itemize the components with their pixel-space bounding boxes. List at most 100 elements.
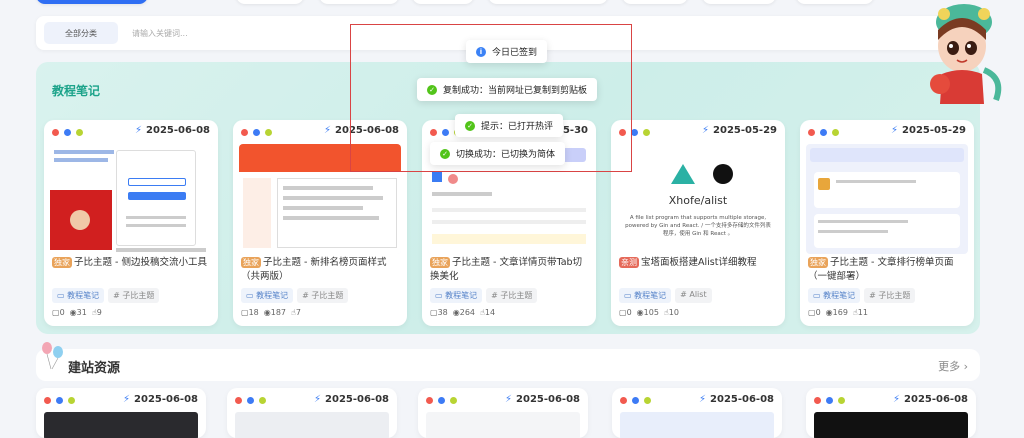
alist-logo-icon [671, 164, 695, 184]
folder-icon: ▭ [246, 291, 254, 300]
hash-icon: # [680, 290, 687, 299]
hash-icon: # [869, 291, 876, 300]
tag-category[interactable]: ▭ 教程笔记 [619, 288, 672, 303]
top-tab[interactable] [319, 0, 399, 4]
post-card[interactable]: ⚡ 2025-05-29 Xhofe/alist A file list prog… [611, 120, 785, 326]
bolt-icon: ⚡ [135, 125, 143, 136]
top-tab[interactable] [36, 0, 148, 4]
thumbnail-label: Xhofe/alist [668, 194, 728, 207]
window-dots [235, 397, 266, 404]
post-title[interactable]: 独家 子比主题 - 新排名榜页面样式（共两版） [241, 256, 401, 284]
top-tab[interactable] [236, 0, 304, 4]
tag-topic[interactable]: # 子比主题 [297, 288, 349, 303]
post-stats: ▢0 ◉105 ☝10 [619, 308, 679, 317]
top-tab[interactable] [702, 0, 776, 4]
bolt-icon: ⚡ [893, 394, 901, 405]
window-dots [52, 129, 83, 136]
resource-thumbnail[interactable] [620, 412, 774, 438]
hash-icon: # [491, 291, 498, 300]
bolt-icon: ⚡ [314, 394, 322, 405]
post-date: ⚡ 2025-05-29 [702, 125, 777, 136]
folder-icon: ▭ [435, 291, 443, 300]
resource-card[interactable]: ⚡ 2025-06-08 [418, 388, 588, 438]
folder-icon: ▭ [813, 291, 821, 300]
post-date: ⚡ 2025-06-08 [314, 394, 389, 405]
toast-notification: ✓ 复制成功：当前网址已复制到剪贴板 [417, 78, 598, 101]
tag-topic[interactable]: # 子比主题 [864, 288, 916, 303]
comment-icon: ▢ [430, 308, 438, 317]
post-card[interactable]: ⚡ 2025-05-29 独家 子比主题 - 文章排行榜单页面（一键部署） ▭ 教程… [800, 120, 974, 326]
post-date: ⚡ 2025-06-08 [505, 394, 580, 405]
bolt-icon: ⚡ [891, 125, 899, 136]
window-dots [44, 397, 75, 404]
resource-thumbnail[interactable] [814, 412, 968, 438]
tag-category[interactable]: ▭ 教程笔记 [808, 288, 861, 303]
resource-thumbnail[interactable] [426, 412, 580, 438]
category-select[interactable]: 全部分类 [44, 22, 118, 44]
post-date: ⚡ 2025-06-08 [123, 394, 198, 405]
folder-icon: ▭ [624, 291, 632, 300]
top-tab[interactable] [412, 0, 474, 4]
resources-header: 建站资源 更多 › [36, 342, 980, 381]
comment-icon: ▢ [808, 308, 816, 317]
eye-icon: ◉ [636, 308, 644, 317]
mascot-icon [713, 164, 733, 184]
top-tab[interactable] [488, 0, 608, 4]
post-title[interactable]: 亲测 宝塔面板搭建Alist详细教程 [619, 256, 779, 270]
post-title[interactable]: 独家 子比主题 - 侧边投稿交流小工具 [52, 256, 212, 270]
bolt-icon: ⚡ [699, 394, 707, 405]
resources-title: 建站资源 [68, 361, 121, 376]
toast-notification: ✓ 切换成功：已切换为简体 [430, 142, 566, 165]
top-tab[interactable] [622, 0, 688, 4]
resource-card[interactable]: ⚡ 2025-06-08 [36, 388, 206, 438]
toast-notification: ✓ 提示：已打开热评 [455, 114, 564, 137]
check-icon: ✓ [465, 120, 475, 131]
hash-icon: # [302, 291, 309, 300]
window-dots [808, 129, 839, 136]
tag-category[interactable]: ▭ 教程笔记 [430, 288, 483, 303]
resources-more-link[interactable]: 更多 › [938, 358, 968, 374]
post-date: ⚡ 2025-05-29 [891, 125, 966, 136]
bolt-icon: ⚡ [324, 125, 332, 136]
tag-topic[interactable]: # 子比主题 [108, 288, 160, 303]
post-stats: ▢38 ◉264 ☝14 [430, 308, 496, 317]
eye-icon: ◉ [263, 308, 271, 317]
comment-icon: ▢ [52, 308, 60, 317]
post-badge: 独家 [808, 257, 828, 268]
top-tab[interactable] [796, 0, 874, 4]
resource-card[interactable]: ⚡ 2025-06-08 [227, 388, 397, 438]
comment-icon: ▢ [241, 308, 249, 317]
eye-icon: ◉ [69, 308, 77, 317]
post-badge: 亲测 [619, 257, 639, 268]
bolt-icon: ⚡ [123, 394, 131, 405]
comment-icon: ▢ [619, 308, 627, 317]
hash-icon: # [113, 291, 120, 300]
post-badge: 独家 [430, 257, 450, 268]
resource-thumbnail[interactable] [235, 412, 389, 438]
post-title[interactable]: 独家 子比主题 - 文章排行榜单页面（一键部署） [808, 256, 968, 284]
bolt-icon: ⚡ [702, 125, 710, 136]
tag-topic[interactable]: # 子比主题 [486, 288, 538, 303]
post-date: ⚡ 2025-06-08 [893, 394, 968, 405]
resource-card[interactable]: ⚡ 2025-06-08 [612, 388, 782, 438]
post-date: ⚡ 2025-06-08 [135, 125, 210, 136]
balloon-icon [42, 342, 63, 370]
resource-card[interactable]: ⚡ 2025-06-08 [806, 388, 976, 438]
check-icon: ✓ [427, 84, 437, 95]
tag-topic[interactable]: # Alist [675, 288, 712, 303]
info-icon: i [476, 46, 486, 57]
post-thumbnail[interactable] [50, 144, 212, 254]
section-title: 教程笔记 [52, 84, 101, 98]
post-date: ⚡ 2025-06-08 [699, 394, 774, 405]
post-badge: 独家 [52, 257, 72, 268]
top-tab-row [36, 0, 976, 4]
post-title[interactable]: 独家 子比主题 - 文章详情页带Tab切换美化 [430, 256, 590, 284]
post-thumbnail[interactable]: Xhofe/alist A file list program that sup… [617, 144, 779, 254]
post-thumbnail[interactable] [806, 144, 968, 254]
tag-category[interactable]: ▭ 教程笔记 [52, 288, 105, 303]
bolt-icon: ⚡ [505, 394, 513, 405]
check-icon: ✓ [440, 148, 450, 159]
tag-category[interactable]: ▭ 教程笔记 [241, 288, 294, 303]
post-card[interactable]: ⚡ 2025-06-08 独家 子比主题 - 侧边投稿交流小工具 ▭ 教程笔记 # … [44, 120, 218, 326]
resource-thumbnail[interactable] [44, 412, 198, 438]
